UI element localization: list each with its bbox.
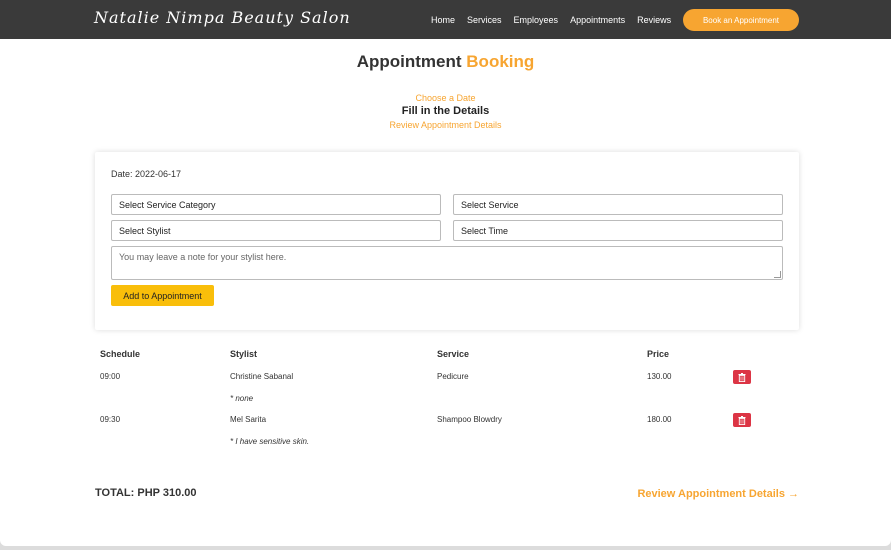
stylist-note-placeholder: You may leave a note for your stylist he… [119,252,287,262]
stylist-select[interactable]: Select Stylist [111,220,441,241]
delete-row-button[interactable] [733,413,751,427]
page-title-accent: Booking [466,52,535,71]
step-choose-date[interactable]: Choose a Date [0,92,891,104]
row-stylist: Mel Sarita [230,415,267,424]
trash-icon [738,372,746,382]
resize-grip-icon[interactable] [774,271,781,278]
nav-links: Home Services Employees Appointments Rev… [431,0,683,39]
nav-link-employees[interactable]: Employees [514,15,559,25]
row-service: Shampoo Blowdry [437,415,502,424]
brand-logo[interactable]: Natalie Nimpa Beauty Salon [94,8,351,27]
row-note: * none [230,394,254,403]
total-amount: TOTAL: PHP 310.00 [95,487,197,499]
delete-row-button[interactable] [733,370,751,384]
nav-link-appointments[interactable]: Appointments [570,15,625,25]
review-appointment-link[interactable]: Review Appointment Details → [637,488,799,500]
book-appointment-button[interactable]: Book an Appointment [683,9,799,31]
trash-icon [738,415,746,425]
booking-steps: Choose a Date Fill in the Details Review… [0,92,891,132]
booking-form-card: Date: 2022-06-17 Select Service Category… [95,152,799,330]
row-schedule: 09:00 [100,372,121,381]
navbar: Natalie Nimpa Beauty Salon Home Services… [0,0,891,39]
time-select[interactable]: Select Time [453,220,783,241]
step-review-details[interactable]: Review Appointment Details [0,118,891,132]
header-schedule: Schedule [100,349,141,359]
page-title-main: Appointment [356,52,462,71]
step-fill-details: Fill in the Details [401,105,490,117]
row-schedule: 09:30 [100,415,121,424]
nav-link-services[interactable]: Services [467,15,502,25]
row-service: Pedicure [437,372,469,381]
row-stylist: Christine Sabanal [230,372,294,381]
page-title: Appointment Booking [0,52,891,72]
row-price: 130.00 [647,372,672,381]
header-price: Price [647,349,670,359]
service-category-select[interactable]: Select Service Category [111,194,441,215]
row-price: 180.00 [647,415,672,424]
service-select[interactable]: Select Service [453,194,783,215]
add-to-appointment-button[interactable]: Add to Appointment [111,285,214,306]
nav-link-reviews[interactable]: Reviews [637,15,671,25]
header-stylist: Stylist [230,349,258,359]
page: Natalie Nimpa Beauty Salon Home Services… [0,0,891,546]
nav-link-home[interactable]: Home [431,15,455,25]
row-note: * I have sensitive skin. [230,437,310,446]
selected-date: Date: 2022-06-17 [111,169,182,179]
stylist-note-textarea[interactable]: You may leave a note for your stylist he… [111,246,783,280]
header-service: Service [437,349,470,359]
